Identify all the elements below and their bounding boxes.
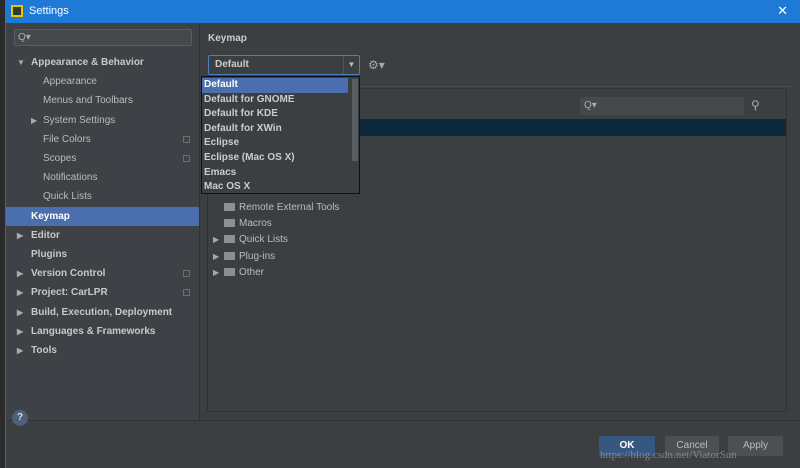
sidebar-item-label: Tools	[31, 345, 57, 356]
chevron-right-icon[interactable]: ▶	[17, 226, 23, 245]
sidebar-item-label: Plugins	[31, 249, 68, 260]
sidebar-item-plugins[interactable]: Plugins	[6, 245, 199, 264]
tree-node[interactable]: Macros	[213, 216, 272, 232]
sidebar-item-file-colors[interactable]: File Colors	[6, 130, 199, 149]
folder-icon	[224, 219, 235, 228]
chevron-right-icon[interactable]: ▶	[17, 303, 23, 322]
sidebar-item-build-execution-deployment[interactable]: ▶ Build, Execution, Deployment	[6, 303, 199, 322]
title-bar: Settings ✕	[5, 0, 800, 23]
app-icon	[11, 5, 23, 17]
sidebar-item-label: Appearance & Behavior	[31, 57, 144, 68]
divider	[6, 420, 800, 421]
sidebar-item-label: Build, Execution, Deployment	[31, 306, 173, 318]
sidebar-item-label: Editor	[31, 229, 60, 241]
keymap-dropdown-list[interactable]: Default Default for GNOME Default for KDE D…	[201, 76, 360, 194]
chevron-down-icon[interactable]: ▼	[17, 53, 25, 72]
chevron-right-icon[interactable]: ▶	[17, 283, 23, 302]
folder-icon	[224, 235, 235, 244]
sidebar-item-tools[interactable]: ▶ Tools	[6, 341, 199, 360]
chevron-right-icon[interactable]: ▶	[213, 249, 224, 265]
tree-node-label: Remote External Tools	[239, 202, 340, 213]
sidebar-item-label: Scopes	[43, 153, 77, 164]
sidebar-item-notifications[interactable]: Notifications	[6, 168, 199, 187]
dropdown-option[interactable]: Default	[202, 78, 348, 93]
sidebar-item-label: Notifications	[43, 172, 98, 184]
chevron-right-icon[interactable]: ▶	[17, 264, 23, 283]
dropdown-option[interactable]: Mac OS X	[202, 180, 348, 195]
project-scope-icon	[183, 155, 190, 162]
sidebar-item-label: Appearance	[43, 76, 97, 88]
sidebar-item-scopes[interactable]: Scopes	[6, 149, 199, 168]
sidebar-item-project-carlpr[interactable]: ▶ Project: CarLPR	[6, 283, 199, 302]
settings-search-input[interactable]: Q▾	[14, 29, 192, 46]
keymap-select-value: Default	[215, 59, 249, 70]
scrollbar[interactable]	[352, 79, 358, 161]
keymap-select[interactable]: Default ▼	[208, 55, 360, 75]
folder-icon	[224, 267, 235, 276]
chevron-right-icon[interactable]: ▶	[17, 322, 23, 341]
sidebar-item-menus-and-toolbars[interactable]: Menus and Toolbars	[6, 91, 199, 110]
sidebar-item-editor[interactable]: ▶ Editor	[6, 226, 199, 245]
filter-search-input[interactable]: Q▾	[580, 97, 744, 115]
tree-node[interactable]: ▶ Quick Lists	[213, 232, 288, 248]
sidebar: Q▾ ▼ Appearance & Behavior Appearance Menus…	[6, 23, 200, 420]
sidebar-item-label: Quick Lists	[43, 191, 92, 203]
sidebar-item-label: Languages & Frameworks	[31, 325, 156, 337]
dropdown-option[interactable]: Default for GNOME	[202, 93, 348, 108]
chevron-right-icon[interactable]: ▶	[31, 111, 37, 130]
sidebar-item-appearance[interactable]: Appearance	[6, 72, 199, 91]
sidebar-item-quick-lists[interactable]: Quick Lists	[6, 187, 199, 206]
tree-node[interactable]: Remote External Tools	[213, 200, 339, 216]
sidebar-item-languages-frameworks[interactable]: ▶ Languages & Frameworks	[6, 322, 199, 341]
dropdown-option[interactable]: Emacs	[202, 166, 348, 181]
gear-icon[interactable]: ⚙▾	[368, 58, 385, 72]
chevron-down-icon[interactable]: ▼	[343, 56, 359, 74]
tree-node-label: Quick Lists	[239, 234, 288, 246]
sidebar-item-keymap[interactable]: Keymap	[6, 206, 199, 226]
dropdown-option[interactable]: Eclipse	[202, 136, 348, 151]
watermark: https://blog.csdn.net/ViatorSun	[600, 449, 737, 461]
sidebar-item-version-control[interactable]: ▶ Version Control	[6, 264, 199, 283]
tree-node[interactable]: ▶ Other	[213, 265, 264, 281]
chevron-right-icon[interactable]: ▶	[213, 232, 224, 248]
sidebar-item-label: Keymap	[31, 210, 70, 222]
project-scope-icon	[183, 270, 190, 278]
tree-node-label: Macros	[239, 218, 272, 230]
sidebar-item-label: Version Control	[31, 268, 106, 280]
tree-node-label: Other	[239, 266, 265, 278]
sidebar-item-label: Project: CarLPR	[31, 287, 108, 299]
dropdown-option[interactable]: Default for XWin	[202, 122, 348, 137]
chevron-right-icon[interactable]: ▶	[213, 265, 224, 281]
settings-dialog: Q▾ ▼ Appearance & Behavior Appearance Menus…	[5, 23, 800, 468]
project-scope-icon	[183, 135, 190, 143]
sidebar-item-label: Menus and Toolbars	[43, 95, 133, 107]
tree-node-label: Plug-ins	[239, 250, 276, 262]
folder-icon	[224, 251, 235, 260]
folder-icon	[224, 203, 235, 211]
find-shortcut-icon[interactable]: ⚲	[751, 98, 760, 112]
close-icon[interactable]: ✕	[777, 3, 788, 19]
dropdown-option[interactable]: Default for KDE	[202, 107, 348, 122]
sidebar-item-appearance-behavior[interactable]: ▼ Appearance & Behavior	[6, 53, 199, 72]
chevron-right-icon[interactable]: ▶	[17, 341, 23, 360]
dropdown-option[interactable]: Eclipse (Mac OS X)	[202, 151, 348, 166]
project-scope-icon	[183, 289, 190, 297]
sidebar-item-label: File Colors	[43, 133, 91, 145]
page-title: Keymap	[208, 33, 247, 44]
window-title: Settings	[29, 5, 69, 17]
sidebar-item-system-settings[interactable]: ▶ System Settings	[6, 111, 199, 130]
sidebar-item-label: System Settings	[43, 114, 116, 126]
help-button[interactable]: ?	[12, 410, 28, 426]
tree-node[interactable]: ▶ Plug-ins	[213, 249, 275, 265]
